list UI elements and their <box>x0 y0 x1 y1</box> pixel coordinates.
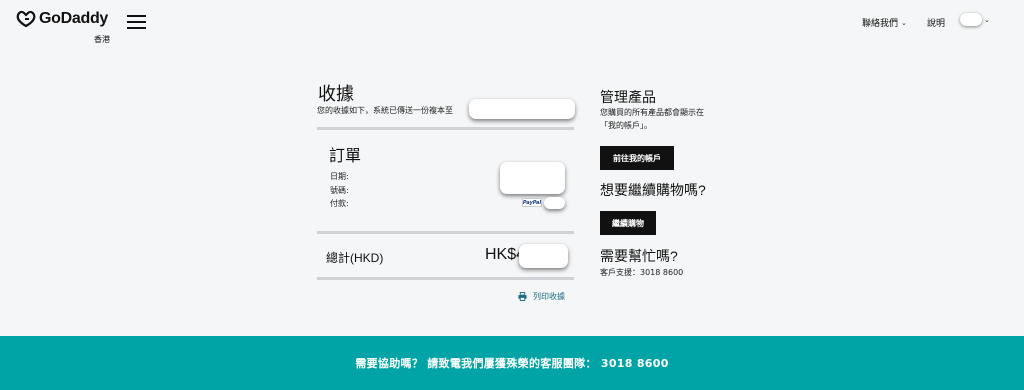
print-receipt-link[interactable]: 列印收據 <box>518 291 565 302</box>
paypal-icon: PayPal <box>522 198 542 207</box>
print-receipt-label: 列印收據 <box>533 292 565 301</box>
receipt-title: 收據 <box>318 84 354 104</box>
brand-name: GoDaddy <box>39 10 109 27</box>
godaddy-logo[interactable]: GoDaddy <box>16 10 108 28</box>
continue-shopping-heading: 想要繼續購物嗎? <box>600 182 706 198</box>
chevron-down-icon: ⌄ <box>901 18 907 27</box>
go-to-account-button[interactable]: 前往我的帳戶 <box>600 146 674 170</box>
divider <box>317 277 574 280</box>
manage-products-heading: 管理產品 <box>600 89 656 105</box>
printer-icon <box>518 292 527 301</box>
manage-products-text: 您購買的所有產品都會顯示在 「我的帳戶」。 <box>600 106 704 132</box>
redacted-email <box>469 99 575 119</box>
order-title: 訂單 <box>329 148 362 165</box>
contact-us-menu[interactable]: 聯絡我們 ⌄ <box>862 16 907 30</box>
account-avatar <box>960 13 982 26</box>
support-banner: 需要協助嗎？ 請致電我們屢獲殊榮的客服團隊： 3018 8600 <box>0 336 1024 390</box>
receipt-subtitle: 您的收據如下，系統已傳送一份複本至 <box>317 106 453 115</box>
redacted-order-info <box>500 162 565 194</box>
customer-support-text: 客戶支援：3018 8600 <box>600 268 684 277</box>
support-banner-text: 需要協助嗎？ 請致電我們屢獲殊榮的客服團隊： 3018 8600 <box>355 357 669 370</box>
godaddy-logo-icon <box>16 10 36 28</box>
menu-icon[interactable] <box>127 15 146 29</box>
payment-label: 付款: <box>330 199 349 208</box>
order-number-label: 號碼: <box>330 185 349 195</box>
date-label: 日期: <box>330 172 349 181</box>
account-menu[interactable]: ⌄ <box>960 13 990 26</box>
need-help-heading: 需要幫忙嗎? <box>600 248 678 264</box>
contact-us-label: 聯絡我們 <box>862 19 899 29</box>
manage-text-line: 「我的帳戶」。 <box>600 121 652 130</box>
site-header: GoDaddy 香港 聯絡我們 ⌄ 說明 ⌄ <box>0 0 1024 48</box>
redacted-payment-info <box>544 197 565 209</box>
redacted-total <box>519 244 568 268</box>
help-link[interactable]: 說明 <box>927 16 945 29</box>
manage-text-line: 您購買的所有產品都會顯示在 <box>600 108 704 117</box>
divider <box>317 231 574 234</box>
region-label: 香港 <box>94 35 110 44</box>
continue-shopping-button[interactable]: 繼續購物 <box>600 211 656 235</box>
chevron-down-icon: ⌄ <box>984 15 990 24</box>
order-details: 日期: 號碼: 付款: <box>330 170 349 211</box>
divider <box>317 127 574 130</box>
total-label: 總計(HKD) <box>326 251 384 265</box>
